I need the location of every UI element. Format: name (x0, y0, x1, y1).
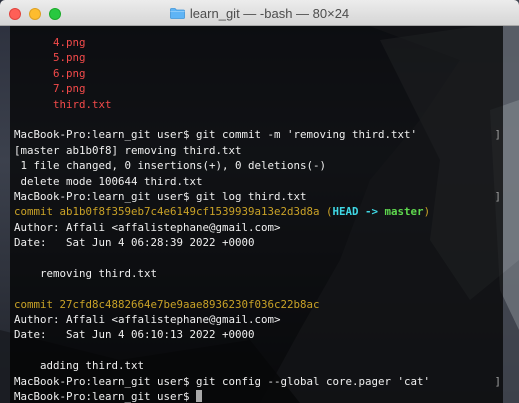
terminal-window: learn_git — -bash — 80×24 4.png 5.png 6.… (0, 0, 519, 403)
commit-delete-mode: delete mode 100644 third.txt (14, 174, 203, 188)
folder-icon (169, 8, 185, 19)
command-text: MacBook-Pro:learn_git user$ git commit -… (14, 128, 418, 142)
commit-author: Author: Affali <affalistephane@gmail.com… (14, 220, 281, 234)
terminal-line: 5.png (14, 50, 503, 65)
branch-ref: master (384, 205, 424, 219)
prompt-line: MacBook-Pro:learn_git user$ git log thir… (14, 189, 503, 204)
line-marker: ] (494, 374, 501, 388)
file-entry: 5.png (53, 51, 86, 65)
window-title-text: learn_git — -bash — 80×24 (189, 6, 350, 21)
window-title: learn_git — -bash — 80×24 (0, 6, 519, 21)
commit-date: Date: Sat Jun 4 06:10:13 2022 +0000 (14, 328, 255, 342)
line-marker: ] (494, 128, 501, 142)
terminal-line: 7.png (14, 81, 503, 96)
title-bar[interactable]: learn_git — -bash — 80×24 (0, 0, 519, 26)
current-prompt-line[interactable]: MacBook-Pro:learn_git user$ (14, 389, 503, 403)
commit-hash-line: commit ab1b0f8f359eb7c4e6149cf1539939a13… (14, 204, 503, 219)
commit-message: adding third.txt (14, 359, 145, 373)
terminal-line: 4.png (14, 35, 503, 50)
current-prompt: MacBook-Pro:learn_git user$ (14, 389, 197, 403)
commit-author: Author: Affali <affalistephane@gmail.com… (14, 313, 281, 327)
prompt-line: MacBook-Pro:learn_git user$ git commit -… (14, 127, 503, 142)
head-ref: HEAD -> (332, 205, 385, 219)
commit-message: removing third.txt (14, 266, 158, 280)
prompt-line: MacBook-Pro:learn_git user$ git config -… (14, 374, 503, 389)
file-entry: 4.png (53, 36, 86, 49)
commit-hash: commit ab1b0f8f359eb7c4e6149cf1539939a13… (14, 205, 320, 219)
terminal-buffer: 4.png 5.png 6.png 7.png third.txt MacBoo… (14, 35, 503, 403)
terminal-line: 6.png (14, 66, 503, 81)
commit-hash: commit 27cfd8c4882664e7be9aae8936230f036… (14, 297, 320, 311)
paren-close: ) (423, 205, 431, 219)
command-text: MacBook-Pro:learn_git user$ git config -… (14, 374, 431, 388)
commit-hash-line: commit 27cfd8c4882664e7be9aae8936230f036… (14, 297, 503, 312)
command-text: MacBook-Pro:learn_git user$ git log thir… (14, 189, 307, 203)
commit-result: [master ab1b0f8] removing third.txt (14, 143, 242, 157)
paren-open: ( (319, 205, 333, 219)
terminal-line: third.txt (14, 97, 503, 112)
file-entry: 7.png (53, 82, 86, 96)
text-cursor (196, 389, 203, 402)
line-marker: ] (494, 189, 501, 203)
commit-stats: 1 file changed, 0 insertions(+), 0 delet… (14, 159, 327, 173)
commit-date: Date: Sat Jun 4 06:28:39 2022 +0000 (14, 236, 255, 250)
file-entry: third.txt (53, 97, 112, 111)
terminal-output-area[interactable]: 4.png 5.png 6.png 7.png third.txt MacBoo… (10, 26, 503, 403)
file-entry: 6.png (53, 66, 86, 80)
